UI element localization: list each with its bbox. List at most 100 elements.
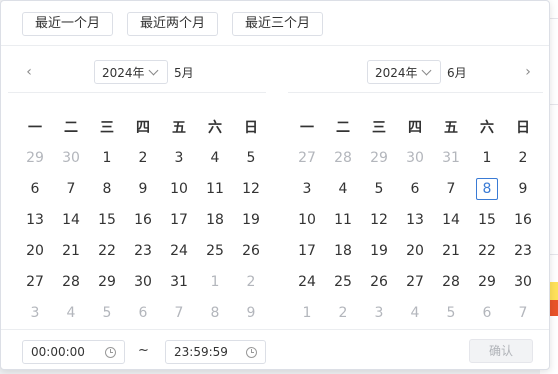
calendar-day[interactable]: 10 bbox=[161, 181, 197, 197]
calendar-day[interactable]: 6 bbox=[17, 181, 53, 197]
calendar-day[interactable]: 17 bbox=[161, 212, 197, 228]
calendar-day[interactable]: 31 bbox=[433, 150, 469, 166]
calendar-day[interactable]: 22 bbox=[89, 243, 125, 259]
calendar-day[interactable]: 19 bbox=[361, 243, 397, 259]
calendar-day[interactable]: 13 bbox=[17, 212, 53, 228]
calendar-day[interactable]: 27 bbox=[289, 150, 325, 166]
calendar-day[interactable]: 5 bbox=[361, 181, 397, 197]
calendar-day[interactable]: 4 bbox=[53, 305, 89, 321]
calendar-day-number: 1 bbox=[482, 149, 492, 166]
calendar-day[interactable]: 7 bbox=[433, 181, 469, 197]
calendar-day[interactable]: 26 bbox=[361, 274, 397, 290]
calendar-day[interactable]: 26 bbox=[233, 243, 269, 259]
calendar-day[interactable]: 2 bbox=[325, 305, 361, 321]
calendar-day[interactable]: 30 bbox=[53, 150, 89, 166]
calendar-day[interactable]: 28 bbox=[325, 150, 361, 166]
calendar-day[interactable]: 25 bbox=[197, 243, 233, 259]
calendar-day[interactable]: 23 bbox=[505, 243, 541, 259]
calendar-day[interactable]: 6 bbox=[125, 305, 161, 321]
weekday-label: 六 bbox=[480, 119, 494, 136]
calendar-day[interactable]: 15 bbox=[89, 212, 125, 228]
calendar-day[interactable]: 7 bbox=[53, 181, 89, 197]
calendar-day[interactable]: 17 bbox=[289, 243, 325, 259]
calendar-day[interactable]: 18 bbox=[197, 212, 233, 228]
calendar-day[interactable]: 12 bbox=[361, 212, 397, 228]
calendar-day[interactable]: 29 bbox=[17, 150, 53, 166]
calendar-day[interactable]: 30 bbox=[125, 274, 161, 290]
calendar-day[interactable]: 9 bbox=[505, 181, 541, 197]
calendar-day[interactable]: 11 bbox=[325, 212, 361, 228]
weekday-label: 四 bbox=[136, 119, 150, 136]
calendar-day[interactable]: 4 bbox=[197, 150, 233, 166]
calendar-day[interactable]: 29 bbox=[89, 274, 125, 290]
next-month-button[interactable]: › bbox=[520, 63, 536, 81]
calendar-day[interactable]: 20 bbox=[17, 243, 53, 259]
calendar-day[interactable]: 1 bbox=[197, 274, 233, 290]
calendar-day[interactable]: 2 bbox=[125, 150, 161, 166]
calendar-day[interactable]: 28 bbox=[433, 274, 469, 290]
calendar-day[interactable]: 11 bbox=[197, 181, 233, 197]
calendar-day[interactable]: 2 bbox=[505, 150, 541, 166]
calendar-day[interactable]: 27 bbox=[17, 274, 53, 290]
calendar-day[interactable]: 9 bbox=[125, 181, 161, 197]
calendar-day[interactable]: 31 bbox=[161, 274, 197, 290]
calendar-day[interactable]: 25 bbox=[325, 274, 361, 290]
calendar-day[interactable]: 3 bbox=[161, 150, 197, 166]
calendar-day[interactable]: 14 bbox=[53, 212, 89, 228]
calendar-day[interactable]: 1 bbox=[469, 150, 505, 166]
calendar-day[interactable]: 24 bbox=[161, 243, 197, 259]
calendar-day[interactable]: 10 bbox=[289, 212, 325, 228]
calendar-day[interactable]: 27 bbox=[397, 274, 433, 290]
calendar-day[interactable]: 12 bbox=[233, 181, 269, 197]
calendar-day[interactable]: 16 bbox=[125, 212, 161, 228]
end-time-input[interactable]: 23:59:59 bbox=[165, 340, 266, 364]
calendar-day[interactable]: 5 bbox=[233, 150, 269, 166]
calendar-day[interactable]: 3 bbox=[289, 181, 325, 197]
calendar-day[interactable]: 7 bbox=[161, 305, 197, 321]
shortcut-last-1-month-button[interactable]: 最近一个月 bbox=[22, 12, 114, 36]
calendar-day[interactable]: 1 bbox=[289, 305, 325, 321]
calendar-day[interactable]: 7 bbox=[505, 305, 541, 321]
calendar-day[interactable]: 3 bbox=[361, 305, 397, 321]
calendar-day[interactable]: 1 bbox=[89, 150, 125, 166]
calendar-day[interactable]: 16 bbox=[505, 212, 541, 228]
calendar-day[interactable]: 6 bbox=[469, 305, 505, 321]
left-year-select[interactable]: 2024年 bbox=[94, 60, 168, 84]
calendar-day[interactable]: 19 bbox=[233, 212, 269, 228]
calendar-day[interactable]: 23 bbox=[125, 243, 161, 259]
calendar-day[interactable]: 9 bbox=[233, 305, 269, 321]
confirm-button[interactable]: 确认 bbox=[469, 339, 533, 363]
start-time-input[interactable]: 00:00:00 bbox=[22, 340, 125, 364]
calendar-day[interactable]: 2 bbox=[233, 274, 269, 290]
calendar-day[interactable]: 30 bbox=[397, 150, 433, 166]
calendar-day[interactable]: 18 bbox=[325, 243, 361, 259]
calendar-day[interactable]: 5 bbox=[89, 305, 125, 321]
shortcut-last-3-months-button[interactable]: 最近三个月 bbox=[232, 12, 324, 36]
calendar-day[interactable]: 8 bbox=[89, 181, 125, 197]
calendar-day[interactable]: 3 bbox=[17, 305, 53, 321]
calendar-day[interactable]: 24 bbox=[289, 274, 325, 290]
calendar-day[interactable]: 8 bbox=[197, 305, 233, 321]
calendar-day[interactable]: 21 bbox=[433, 243, 469, 259]
calendar-day-today[interactable]: 8 bbox=[469, 177, 505, 200]
calendar-week-row: 24 25 26 27 28 29 30 bbox=[289, 266, 541, 297]
calendar-day[interactable]: 6 bbox=[397, 181, 433, 197]
calendar-day[interactable]: 4 bbox=[397, 305, 433, 321]
calendar-day[interactable]: 13 bbox=[397, 212, 433, 228]
calendar-day[interactable]: 29 bbox=[469, 274, 505, 290]
calendar-day[interactable]: 15 bbox=[469, 212, 505, 228]
calendar-day[interactable]: 20 bbox=[397, 243, 433, 259]
calendar-day-number: 9 bbox=[518, 180, 528, 197]
calendar-day[interactable]: 21 bbox=[53, 243, 89, 259]
prev-month-button[interactable]: ‹ bbox=[21, 63, 37, 81]
calendar-day[interactable]: 30 bbox=[505, 274, 541, 290]
calendar-day[interactable]: 4 bbox=[325, 181, 361, 197]
calendar-day[interactable]: 14 bbox=[433, 212, 469, 228]
calendar-day[interactable]: 29 bbox=[361, 150, 397, 166]
shortcut-last-2-months-button[interactable]: 最近两个月 bbox=[127, 12, 219, 36]
calendar-day[interactable]: 5 bbox=[433, 305, 469, 321]
calendar-day[interactable]: 22 bbox=[469, 243, 505, 259]
calendar-day-number: 22 bbox=[98, 242, 116, 259]
calendar-day[interactable]: 28 bbox=[53, 274, 89, 290]
right-year-select[interactable]: 2024年 bbox=[367, 60, 441, 84]
